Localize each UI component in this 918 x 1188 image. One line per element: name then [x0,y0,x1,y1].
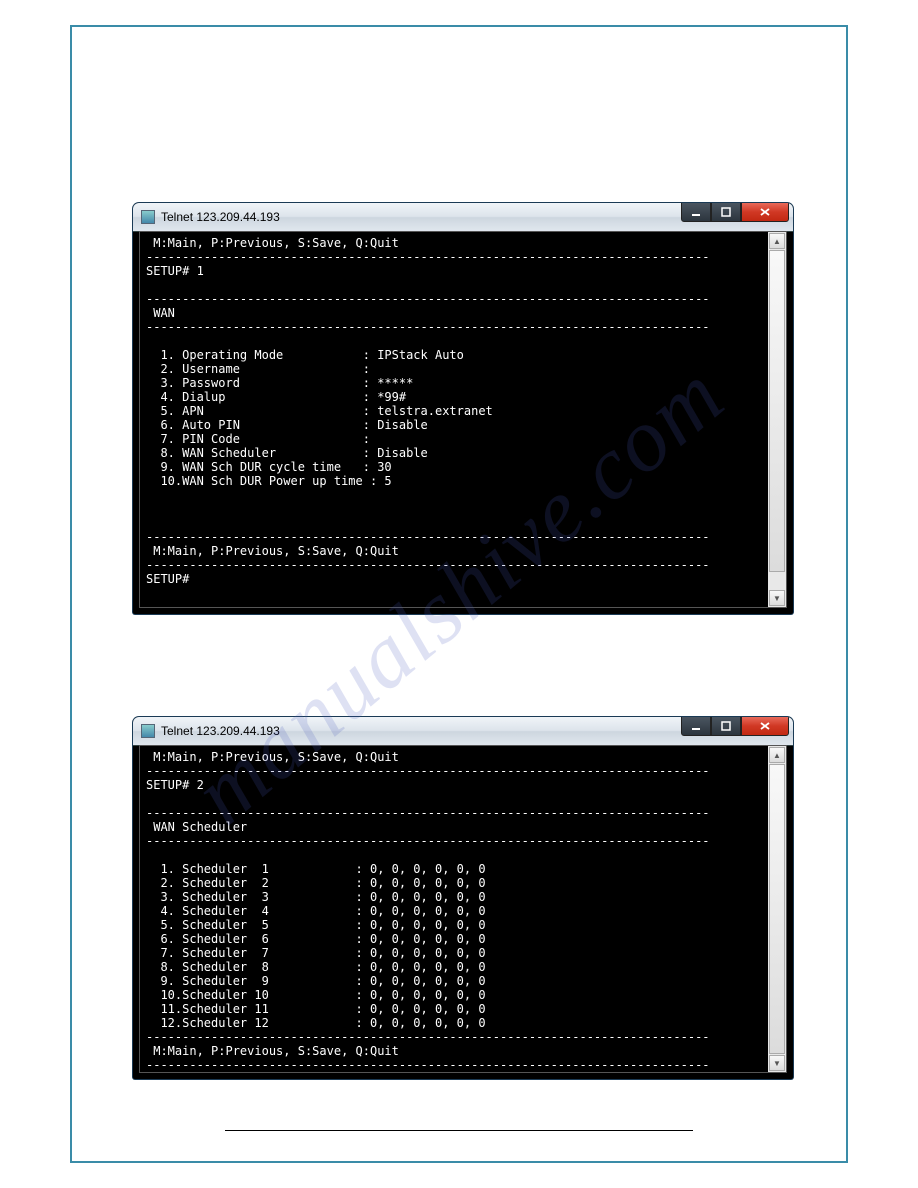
menu-item: 9. WAN Sch DUR cycle time : 30 [146,460,392,474]
terminal-content-1[interactable]: M:Main, P:Previous, S:Save, Q:Quit -----… [140,232,768,607]
menu-item: 5. Scheduler 5 : 0, 0, 0, 0, 0, 0 [146,918,486,932]
maximize-button[interactable] [711,203,741,222]
scroll-down-button[interactable]: ▼ [769,590,785,606]
menu-item: 7. PIN Code : [146,432,370,446]
close-button[interactable] [741,203,789,222]
menu-item: 1. Operating Mode : IPStack Auto [146,348,464,362]
rule: ----------------------------------------… [146,530,710,544]
menu-item: 4. Scheduler 4 : 0, 0, 0, 0, 0, 0 [146,904,486,918]
scroll-thumb[interactable] [769,764,785,1054]
section-title: WAN Scheduler [146,820,247,834]
menu-item: 2. Scheduler 2 : 0, 0, 0, 0, 0, 0 [146,876,486,890]
menu-item: 1. Scheduler 1 : 0, 0, 0, 0, 0, 0 [146,862,486,876]
scrollbar-2[interactable]: ▲ ▼ [768,746,786,1072]
menu-item: 3. Scheduler 3 : 0, 0, 0, 0, 0, 0 [146,890,486,904]
window-title-2: Telnet 123.209.44.193 [161,724,280,738]
rule: ----------------------------------------… [146,558,710,572]
menu-item: 4. Dialup : *99# [146,390,406,404]
window-controls-1 [681,203,789,222]
prompt: SETUP# 2 [146,778,204,792]
rule: ----------------------------------------… [146,834,710,848]
titlebar-1[interactable]: Telnet 123.209.44.193 [133,203,793,232]
hint-line: M:Main, P:Previous, S:Save, Q:Quit [146,750,399,764]
scrollbar-1[interactable]: ▲ ▼ [768,232,786,607]
rule: ----------------------------------------… [146,320,710,334]
window-title-1: Telnet 123.209.44.193 [161,210,280,224]
app-icon [141,210,155,224]
scroll-up-button[interactable]: ▲ [769,747,785,763]
close-button[interactable] [741,717,789,736]
maximize-button[interactable] [711,717,741,736]
telnet-window-1: Telnet 123.209.44.193 M:Main, P:Previous… [133,203,793,614]
scroll-thumb[interactable] [769,250,785,572]
rule: ----------------------------------------… [146,806,710,820]
rule: ----------------------------------------… [146,764,710,778]
prompt: SETUP# 1 [146,264,204,278]
hint-line: M:Main, P:Previous, S:Save, Q:Quit [146,1044,399,1058]
menu-item: 8. WAN Scheduler : Disable [146,446,428,460]
rule: ----------------------------------------… [146,292,710,306]
hint-line: M:Main, P:Previous, S:Save, Q:Quit [146,544,399,558]
hint-line: M:Main, P:Previous, S:Save, Q:Quit [146,236,399,250]
terminal-content-2[interactable]: M:Main, P:Previous, S:Save, Q:Quit -----… [140,746,768,1072]
titlebar-2[interactable]: Telnet 123.209.44.193 [133,717,793,746]
menu-item: 6. Auto PIN : Disable [146,418,428,432]
terminal-body-1: M:Main, P:Previous, S:Save, Q:Quit -----… [139,231,787,608]
rule: ----------------------------------------… [146,1030,710,1044]
menu-item: 7. Scheduler 7 : 0, 0, 0, 0, 0, 0 [146,946,486,960]
section-title: WAN [146,306,175,320]
minimize-button[interactable] [681,717,711,736]
window-controls-2 [681,717,789,736]
menu-item: 2. Username : [146,362,370,376]
scroll-up-button[interactable]: ▲ [769,233,785,249]
menu-item: 3. Password : ***** [146,376,413,390]
app-icon [141,724,155,738]
minimize-button[interactable] [681,203,711,222]
scroll-down-button[interactable]: ▼ [769,1055,785,1071]
menu-item: 11.Scheduler 11 : 0, 0, 0, 0, 0, 0 [146,1002,486,1016]
footer-rule [225,1130,693,1131]
menu-item: 8. Scheduler 8 : 0, 0, 0, 0, 0, 0 [146,960,486,974]
rule: ----------------------------------------… [146,1058,710,1072]
terminal-body-2: M:Main, P:Previous, S:Save, Q:Quit -----… [139,745,787,1073]
menu-item: 9. Scheduler 9 : 0, 0, 0, 0, 0, 0 [146,974,486,988]
telnet-window-2: Telnet 123.209.44.193 M:Main, P:Previous… [133,717,793,1079]
menu-item: 6. Scheduler 6 : 0, 0, 0, 0, 0, 0 [146,932,486,946]
prompt: SETUP# [146,572,189,586]
menu-item: 5. APN : telstra.extranet [146,404,493,418]
document-page: manualshive.com Telnet 123.209.44.193 M:… [0,0,918,1188]
menu-item: 12.Scheduler 12 : 0, 0, 0, 0, 0, 0 [146,1016,486,1030]
rule: ----------------------------------------… [146,250,710,264]
menu-item: 10.WAN Sch DUR Power up time : 5 [146,474,392,488]
menu-item: 10.Scheduler 10 : 0, 0, 0, 0, 0, 0 [146,988,486,1002]
